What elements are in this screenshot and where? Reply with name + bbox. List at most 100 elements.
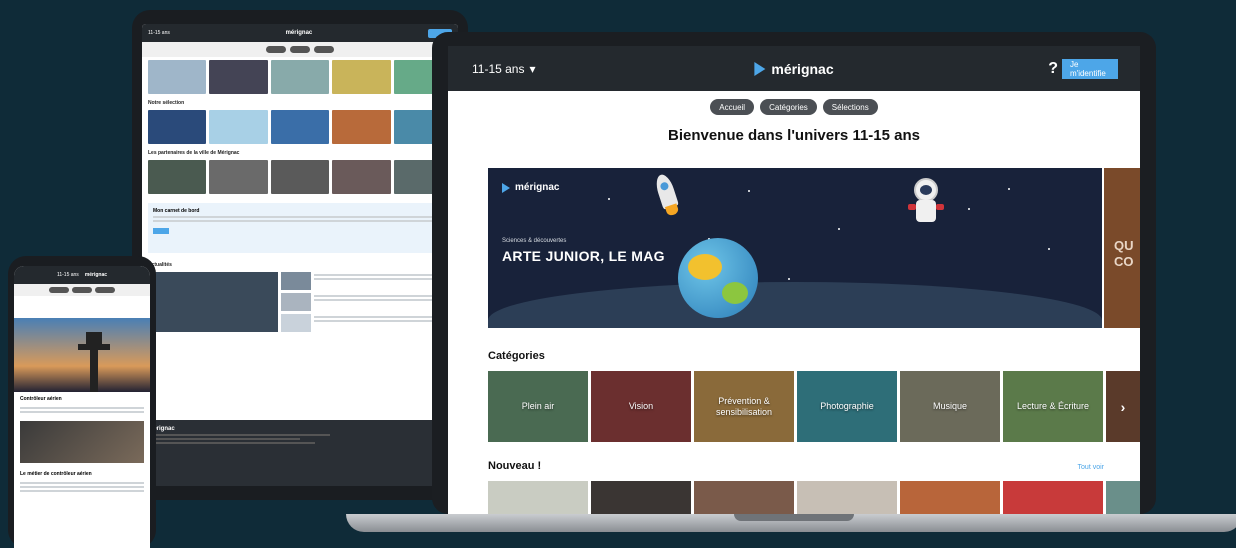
- text-line: [153, 216, 447, 218]
- age-selector[interactable]: 11-15 ans ▾: [472, 62, 536, 76]
- tablet-section-title: Les partenaires de la ville de Mérignac: [148, 150, 240, 156]
- tablet-age-selector[interactable]: 11-15 ans: [148, 30, 170, 36]
- see-all-link[interactable]: Tout voir: [1078, 464, 1104, 471]
- phone-nav: [14, 284, 150, 296]
- tablet-device: 11-15 ans mérignac Notre sélection Les p…: [132, 10, 468, 500]
- tablet-nav-pill[interactable]: [290, 46, 310, 53]
- tablet-news-list: [281, 272, 452, 332]
- nav-categories[interactable]: Catégories: [760, 99, 817, 115]
- category-tile-plein-air[interactable]: Plein air: [488, 371, 588, 442]
- new-item-tile[interactable]: [488, 481, 588, 514]
- list-item-thumb: [281, 314, 311, 332]
- categories-title: Catégories: [488, 350, 545, 362]
- laptop-screen: 11-15 ans ▾ mérignac ? Je m'identifie Ac…: [448, 46, 1140, 514]
- list-item[interactable]: [281, 293, 452, 311]
- category-tile-lecture[interactable]: Lecture & Écriture: [1003, 371, 1103, 442]
- tablet-logbook-box: Mon carnet de bord: [148, 203, 452, 253]
- text-line: [153, 220, 447, 222]
- new-item-tile[interactable]: [1106, 481, 1140, 514]
- age-selector-label: 11-15 ans: [472, 61, 525, 76]
- tablet-thumb-row: [142, 107, 458, 147]
- list-item-thumb: [281, 293, 311, 311]
- tablet-section-title: Actualités: [148, 262, 172, 268]
- tablet-thumb[interactable]: [270, 160, 330, 194]
- tablet-nav: [142, 42, 458, 57]
- page-title: Bienvenue dans l'univers 11-15 ans: [667, 127, 920, 144]
- new-title: Nouveau !: [488, 460, 542, 472]
- astronaut-icon: [908, 178, 944, 226]
- laptop-device: 11-15 ans ▾ mérignac ? Je m'identifie Ac…: [432, 32, 1156, 514]
- list-item[interactable]: [281, 314, 452, 332]
- hero-banner[interactable]: mérignac Sciences & découvertes ARTE JUN…: [488, 168, 1102, 328]
- tablet-thumb[interactable]: [332, 110, 391, 144]
- categories-row: Plein air Vision Prévention & sensibilis…: [488, 371, 1140, 442]
- new-items-row: [488, 481, 1140, 514]
- tablet-thumb[interactable]: [209, 60, 268, 94]
- laptop-notch: [734, 514, 854, 521]
- tablet-thumb[interactable]: [270, 60, 330, 94]
- tablet-brand-logo[interactable]: mérignac: [286, 30, 313, 36]
- tablet-thumb[interactable]: [148, 110, 207, 144]
- earth-icon: [678, 238, 758, 318]
- top-bar: 11-15 ans ▾ mérignac ? Je m'identifie: [448, 46, 1140, 91]
- tablet-box-button[interactable]: [153, 228, 169, 234]
- tablet-nav-pill[interactable]: [314, 46, 334, 53]
- help-icon[interactable]: ?: [1048, 60, 1058, 78]
- tablet-thumb[interactable]: [332, 60, 391, 94]
- tablet-thumb[interactable]: [209, 160, 268, 194]
- category-tile-vision[interactable]: Vision: [591, 371, 691, 442]
- tablet-thumb[interactable]: [270, 110, 330, 144]
- phone-header: 11-15 ans mérignac: [14, 266, 150, 284]
- brand-name: mérignac: [771, 60, 834, 77]
- phone-hero-image[interactable]: [14, 318, 150, 392]
- list-item-thumb: [281, 272, 311, 290]
- tablet-thumb[interactable]: [332, 160, 391, 194]
- play-logo-icon: [754, 61, 766, 76]
- hero-next-slide[interactable]: QU CO: [1104, 168, 1140, 328]
- tablet-thumb-row: [142, 157, 458, 197]
- phone-section-title: Contrôleur aérien: [20, 396, 62, 402]
- phone-screen: 11-15 ans mérignac Contrôleur aérien Le …: [14, 266, 150, 548]
- category-tile-photographie[interactable]: Photographie: [797, 371, 897, 442]
- new-item-tile[interactable]: [591, 481, 691, 514]
- hero-kicker: Sciences & découvertes: [502, 238, 567, 244]
- tablet-header: 11-15 ans mérignac: [142, 24, 458, 42]
- phone-brand-logo[interactable]: mérignac: [85, 272, 107, 278]
- tablet-thumb-row: [142, 57, 458, 97]
- category-tile-musique[interactable]: Musique: [900, 371, 1000, 442]
- phone-section-title: Le métier de contrôleur aérien: [20, 471, 92, 477]
- tablet-nav-pill[interactable]: [266, 46, 286, 53]
- phone-video-image[interactable]: [20, 421, 144, 463]
- phone-nav-pill[interactable]: [49, 287, 69, 293]
- phone-device: 11-15 ans mérignac Contrôleur aérien Le …: [8, 256, 156, 548]
- new-item-tile[interactable]: [797, 481, 897, 514]
- new-item-tile[interactable]: [1003, 481, 1103, 514]
- new-item-tile[interactable]: [900, 481, 1000, 514]
- tablet-news-image[interactable]: [148, 272, 278, 332]
- login-button[interactable]: Je m'identifie: [1062, 58, 1118, 79]
- tablet-section-title: Mon carnet de bord: [153, 208, 200, 214]
- categories-next-button[interactable]: ›: [1106, 371, 1140, 442]
- hero-title: ARTE JUNIOR, LE MAG: [502, 248, 665, 264]
- tablet-footer: mérignac: [142, 420, 458, 486]
- nav-selections[interactable]: Sélections: [822, 99, 878, 115]
- tablet-screen: 11-15 ans mérignac Notre sélection Les p…: [142, 24, 458, 486]
- hero-brand: mérignac: [502, 182, 559, 193]
- phone-nav-pill[interactable]: [95, 287, 115, 293]
- tablet-news-row: [142, 269, 458, 335]
- phone-age-selector[interactable]: 11-15 ans: [57, 272, 79, 278]
- tablet-thumb[interactable]: [148, 60, 207, 94]
- play-logo-icon: [502, 182, 510, 193]
- phone-nav-pill[interactable]: [72, 287, 92, 293]
- brand-logo[interactable]: mérignac: [754, 60, 834, 77]
- list-item[interactable]: [281, 272, 452, 290]
- chevron-down-icon: ▾: [529, 61, 536, 76]
- tablet-thumb[interactable]: [148, 160, 207, 194]
- tower-icon: [78, 332, 110, 392]
- rocket-icon: [653, 172, 680, 217]
- main-nav: Accueil Catégories Sélections: [448, 91, 1140, 123]
- new-item-tile[interactable]: [694, 481, 794, 514]
- nav-home[interactable]: Accueil: [710, 99, 755, 115]
- tablet-thumb[interactable]: [209, 110, 268, 144]
- category-tile-prevention[interactable]: Prévention & sensibilisation: [694, 371, 794, 442]
